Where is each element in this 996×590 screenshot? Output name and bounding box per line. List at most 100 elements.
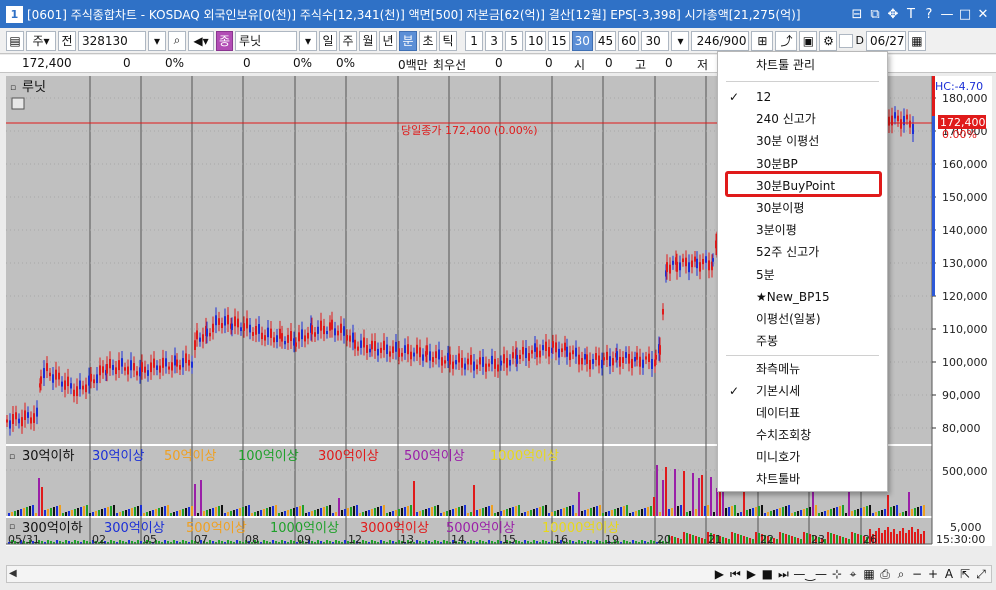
fullscreen-icon[interactable]: ⤢ (975, 567, 987, 582)
volume-bar (428, 508, 430, 516)
crosshair-icon[interactable]: ⌖ (847, 567, 859, 582)
menu-item-chart-tool-manage[interactable]: 차트툴 관리 (718, 54, 887, 76)
close-button[interactable]: ✕ (976, 7, 990, 22)
menu-item-7[interactable]: 52주 신고가 (718, 241, 887, 263)
help-icon[interactable]: ? (922, 7, 936, 22)
export-icon[interactable]: ⇱ (959, 567, 971, 581)
volume-bar (842, 505, 844, 516)
cursor-icon[interactable]: ⊹ (831, 567, 843, 581)
menu-item-9[interactable]: ★New_BP15 (718, 286, 887, 308)
volume-legend-item: 100억이상 (238, 449, 299, 464)
sound-icon[interactable]: ◀▾ (188, 30, 214, 51)
menu-item-0[interactable]: ✓ 12 (718, 86, 887, 108)
interval-3[interactable]: 3 (485, 30, 504, 51)
menu-option-0[interactable]: 좌측메뉴 (718, 358, 887, 380)
maximize-button[interactable]: □ (958, 7, 972, 22)
save-icon[interactable]: ▣ (799, 30, 818, 51)
menu-option-5[interactable]: 차트툴바 (718, 468, 887, 490)
interval-30[interactable]: 30 (571, 30, 593, 51)
menu-option-3[interactable]: 수치조회창 (718, 424, 887, 446)
amount-bar (47, 540, 49, 544)
volume-bar (44, 510, 46, 516)
stock-code-input[interactable]: 328130 (78, 30, 146, 51)
interval-5[interactable]: 5 (505, 30, 524, 51)
date-input[interactable]: 06/27 (865, 30, 906, 51)
menu-option-4[interactable]: 미니호가 (718, 446, 887, 468)
scroll-left-arrow[interactable]: ◀ (9, 568, 17, 579)
stock-name-field[interactable]: 루닛 (235, 30, 298, 51)
interval-45[interactable]: 45 (594, 30, 617, 51)
menu-option-1[interactable]: ✓ 기본시세 (718, 380, 887, 402)
candle (185, 353, 187, 364)
candle (903, 115, 905, 126)
volume-bar (641, 509, 643, 516)
open-label: 시 (574, 58, 586, 72)
period-tick[interactable]: 틱 (439, 30, 458, 51)
zoom-icon[interactable]: ⌕ (895, 567, 907, 582)
candle (447, 352, 449, 361)
zoom-out-icon[interactable]: − (911, 567, 923, 581)
volume-bar (344, 509, 346, 516)
scroll-right-arrow[interactable]: ▶ (713, 567, 725, 581)
interval-1[interactable]: 1 (465, 30, 484, 51)
menu-item-5[interactable]: 30분이평 (718, 197, 887, 219)
menu-item-10[interactable]: 이평선(일봉) (718, 308, 887, 330)
play-icon[interactable]: ▶ (745, 567, 757, 581)
indicator-add-icon[interactable]: ⊞ (751, 30, 774, 51)
font-icon[interactable]: T (904, 7, 918, 22)
period-year[interactable]: 년 (379, 30, 398, 51)
interval-10[interactable]: 10 (525, 30, 547, 51)
interval-15[interactable]: 15 (548, 30, 570, 51)
code-dropdown-icon[interactable]: ▾ (148, 30, 166, 51)
period-month[interactable]: 월 (359, 30, 378, 51)
menu-item-1[interactable]: 240 신고가 (718, 108, 887, 130)
volume-bar (257, 511, 259, 516)
rewind-icon[interactable]: ⏮ (729, 567, 741, 582)
name-dropdown-icon[interactable]: ▾ (299, 30, 318, 51)
market-select[interactable]: 주 ▾ (26, 30, 56, 51)
panel-table-icon[interactable] (11, 97, 25, 110)
move-icon[interactable]: ✥ (886, 7, 900, 22)
volume-bar (758, 506, 760, 516)
candle (133, 363, 135, 371)
menu-item-2[interactable]: 30분 이평선 (718, 130, 887, 152)
period-second[interactable]: 초 (419, 30, 438, 51)
text-tool-icon[interactable]: A (943, 567, 955, 581)
menu-item-6[interactable]: 3분이평 (718, 219, 887, 241)
amount-bar (65, 540, 67, 544)
period-minute[interactable]: 분 (399, 30, 418, 51)
interval-60[interactable]: 60 (618, 30, 640, 51)
period-week[interactable]: 주 (339, 30, 358, 51)
candle (93, 379, 95, 384)
chart-scrollbar[interactable]: ◀ ▶ ⏮ ▶ ■ ⏭ —‿— ⊹ ⌖ ▦ ⎙ ⌕ − + A ⇱ ⤢ (6, 565, 992, 583)
stop-icon[interactable]: ■ (761, 567, 773, 581)
volume-bar (548, 513, 550, 516)
candle (542, 345, 544, 351)
all-button[interactable]: 전 (58, 30, 76, 51)
search-icon[interactable]: ⌕ (168, 30, 186, 51)
menu-item-8[interactable]: 5분 (718, 264, 887, 286)
volume-bar (350, 507, 352, 516)
zoom-in-icon[interactable]: + (927, 567, 939, 581)
date-checkbox[interactable] (839, 33, 854, 48)
candle (21, 417, 23, 427)
volume-bar (866, 506, 868, 516)
data-count-field[interactable]: 246/900 (691, 30, 750, 51)
grid-icon[interactable]: ▦ (863, 567, 875, 581)
forward-icon[interactable]: ⏭ (777, 567, 789, 582)
split-window-icon[interactable]: ⊟ (850, 7, 864, 22)
minimize-button[interactable]: — (940, 7, 954, 22)
calendar-icon[interactable]: ▦ (907, 30, 926, 51)
menu-option-2[interactable]: 데이터표 (718, 402, 887, 424)
layout-icon[interactable]: ▤ (6, 30, 24, 51)
link-window-icon[interactable]: ⧉ (868, 7, 882, 22)
interval-dropdown-icon[interactable]: ▾ (671, 30, 690, 51)
interval-input[interactable]: 30 (641, 30, 670, 51)
period-day[interactable]: 일 (319, 30, 338, 51)
settings-icon[interactable]: ⚙ (819, 30, 838, 51)
capture-icon[interactable]: ⎙ (879, 567, 891, 582)
trend-tool-icon[interactable]: ⤴ (775, 30, 798, 51)
zoom-slider[interactable]: —‿— (793, 567, 827, 581)
volume-bar (764, 513, 766, 516)
menu-item-11[interactable]: 주봉 (718, 330, 887, 352)
